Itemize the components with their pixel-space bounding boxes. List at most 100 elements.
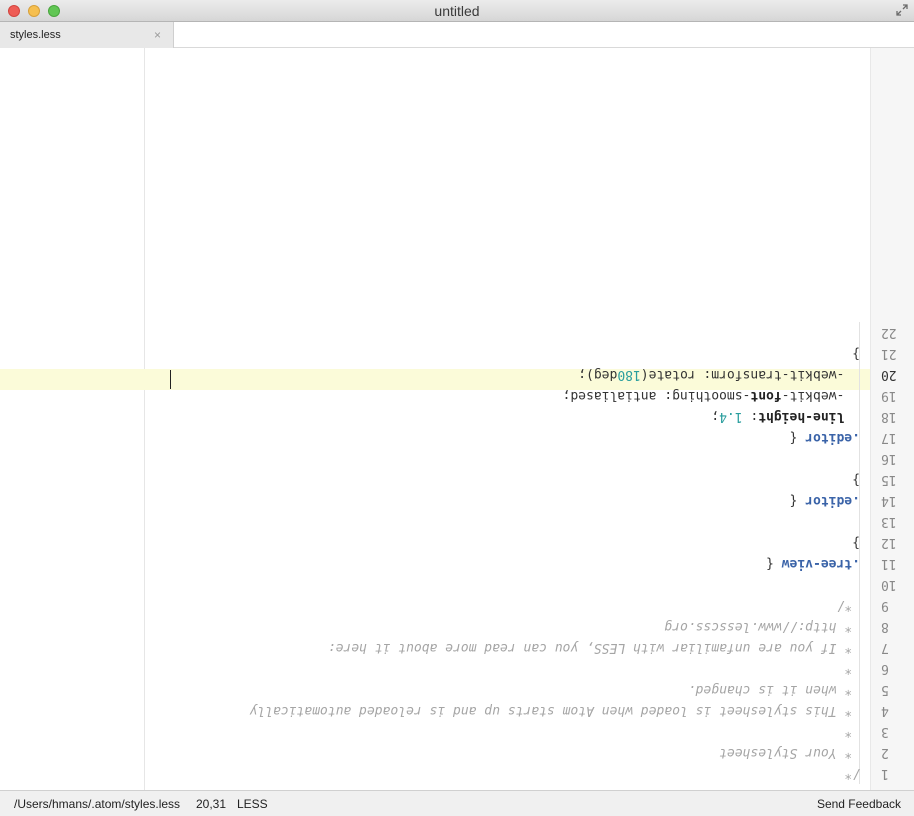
tab-close-icon[interactable]: × <box>154 28 161 42</box>
code-token: /* <box>844 766 860 781</box>
status-grammar[interactable]: LESS <box>237 797 268 811</box>
code-token: * <box>844 661 860 676</box>
code-line[interactable]: 3 * <box>145 721 914 742</box>
line-number: 16 <box>881 451 897 466</box>
code-line[interactable]: 14 .editor { <box>145 490 914 511</box>
code-text: /* <box>844 763 860 784</box>
code-text: * This stylesheet is loaded when Atom st… <box>250 700 860 721</box>
code-token: ; <box>711 409 720 424</box>
line-number: 22 <box>881 325 897 340</box>
code-line[interactable]: 17 .editor { <box>145 427 914 448</box>
code-line[interactable]: 19 -webkit-font-smoothing: antialiased; <box>145 385 914 406</box>
code-token: 180 <box>617 367 641 382</box>
code-text: } <box>852 469 860 490</box>
code-token: * when it is changed. <box>687 682 860 697</box>
code-text: -webkit-font-smoothing: antialiased; <box>563 385 860 406</box>
code-token: font <box>750 388 782 403</box>
code-text: .editor { <box>790 427 860 448</box>
line-number: 7 <box>881 640 889 655</box>
tab-styles-less[interactable]: styles.less × <box>0 22 174 48</box>
code-text: * Your Stylesheet <box>719 742 860 763</box>
line-number: 21 <box>881 346 897 361</box>
code-text: * If you are unfamiliar with LESS, you c… <box>328 637 860 658</box>
code-line[interactable]: 4 * This stylesheet is loaded when Atom … <box>145 700 914 721</box>
line-number: 17 <box>881 430 897 445</box>
line-number: 3 <box>881 724 889 739</box>
line-number: 13 <box>881 514 897 529</box>
code-line[interactable]: 11 .tree-view { <box>145 553 914 574</box>
indent-guide <box>859 511 860 532</box>
line-number: 6 <box>881 661 889 676</box>
code-token: .tree-view <box>781 556 860 571</box>
line-number: 1 <box>881 766 889 781</box>
code-line[interactable]: 10 <box>145 574 914 595</box>
code-token: } <box>852 535 860 550</box>
title-bar: untitled <box>0 0 914 22</box>
fullscreen-icon[interactable] <box>896 4 908 16</box>
code-line[interactable]: 12} <box>145 532 914 553</box>
indent-guide <box>859 574 860 595</box>
line-number: 15 <box>881 472 897 487</box>
tab-bar: styles.less × <box>0 22 914 48</box>
code-token: { <box>789 430 806 445</box>
tab-label: styles.less <box>10 29 61 41</box>
line-number: 4 <box>881 703 889 718</box>
code-token: -webkit- <box>781 388 860 403</box>
line-number: 19 <box>881 388 897 403</box>
code-line[interactable]: 8 * http://www.lesscss.org <box>145 616 914 637</box>
code-token: { <box>789 493 806 508</box>
line-number: 14 <box>881 493 897 508</box>
code-line[interactable]: 6 * <box>145 658 914 679</box>
editor-pane[interactable]: 1/* 2 * Your Stylesheet 3 * 4 * This styles… <box>145 48 914 790</box>
editor-content-rotated: 1/* 2 * Your Stylesheet 3 * 4 * This styles… <box>145 48 914 790</box>
line-number: 10 <box>881 577 897 592</box>
code-text: -webkit-transform: rotate(180deg); <box>578 364 860 385</box>
line-number: 2 <box>881 745 889 760</box>
code-token: { <box>766 556 782 571</box>
code-text: } <box>852 343 860 364</box>
code-line[interactable]: 15} <box>145 469 914 490</box>
send-feedback-link[interactable]: Send Feedback <box>817 797 901 811</box>
indent-guide <box>859 322 860 343</box>
line-number: 12 <box>881 535 897 550</box>
code-token: 1.4 <box>719 409 743 424</box>
line-number: 20 <box>881 367 897 382</box>
code-token: line-height <box>758 409 845 424</box>
indent-guide <box>859 448 860 469</box>
code-token: */ <box>836 598 860 613</box>
code-text: .editor { <box>790 490 860 511</box>
text-cursor <box>170 370 171 389</box>
code-token: .editor <box>805 430 860 445</box>
code-token: } <box>852 472 860 487</box>
code-text: * when it is changed. <box>688 679 860 700</box>
code-token: * <box>844 724 860 739</box>
status-cursor-position[interactable]: 20,31 <box>196 797 226 811</box>
code-text: */ <box>837 595 860 616</box>
code-token: * Your Stylesheet <box>719 745 860 760</box>
code-line[interactable]: 7 * If you are unfamiliar with LESS, you… <box>145 637 914 658</box>
code-line[interactable]: 20 -webkit-transform: rotate(180deg); <box>145 364 914 385</box>
line-number: 5 <box>881 682 889 697</box>
code-text: .tree-view { <box>766 553 860 574</box>
code-line[interactable]: 13 <box>145 511 914 532</box>
code-token: deg); <box>578 367 618 382</box>
code-line[interactable]: 18 line-height: 1.4; <box>145 406 914 427</box>
code-text: line-height: 1.4; <box>711 406 860 427</box>
status-file-path[interactable]: /Users/hmans/.atom/styles.less <box>14 797 180 811</box>
code-text: * http://www.lesscss.org <box>664 616 860 637</box>
code-line[interactable]: 1 /* <box>145 763 914 784</box>
code-token: } <box>852 346 860 361</box>
code-line[interactable]: 16 <box>145 448 914 469</box>
line-number: 18 <box>881 409 897 424</box>
code-line[interactable]: 22 <box>145 322 914 343</box>
code-token: -webkit-transform: rotate( <box>640 367 860 382</box>
tree-view-panel <box>0 48 145 790</box>
code-line[interactable]: 21} <box>145 343 914 364</box>
code-token: .editor <box>805 493 860 508</box>
line-number: 9 <box>881 598 889 613</box>
code-line[interactable]: 9 */ <box>145 595 914 616</box>
line-number: 11 <box>881 556 897 571</box>
code-text: } <box>852 532 860 553</box>
code-line[interactable]: 2 * Your Stylesheet <box>145 742 914 763</box>
code-line[interactable]: 5 * when it is changed. <box>145 679 914 700</box>
